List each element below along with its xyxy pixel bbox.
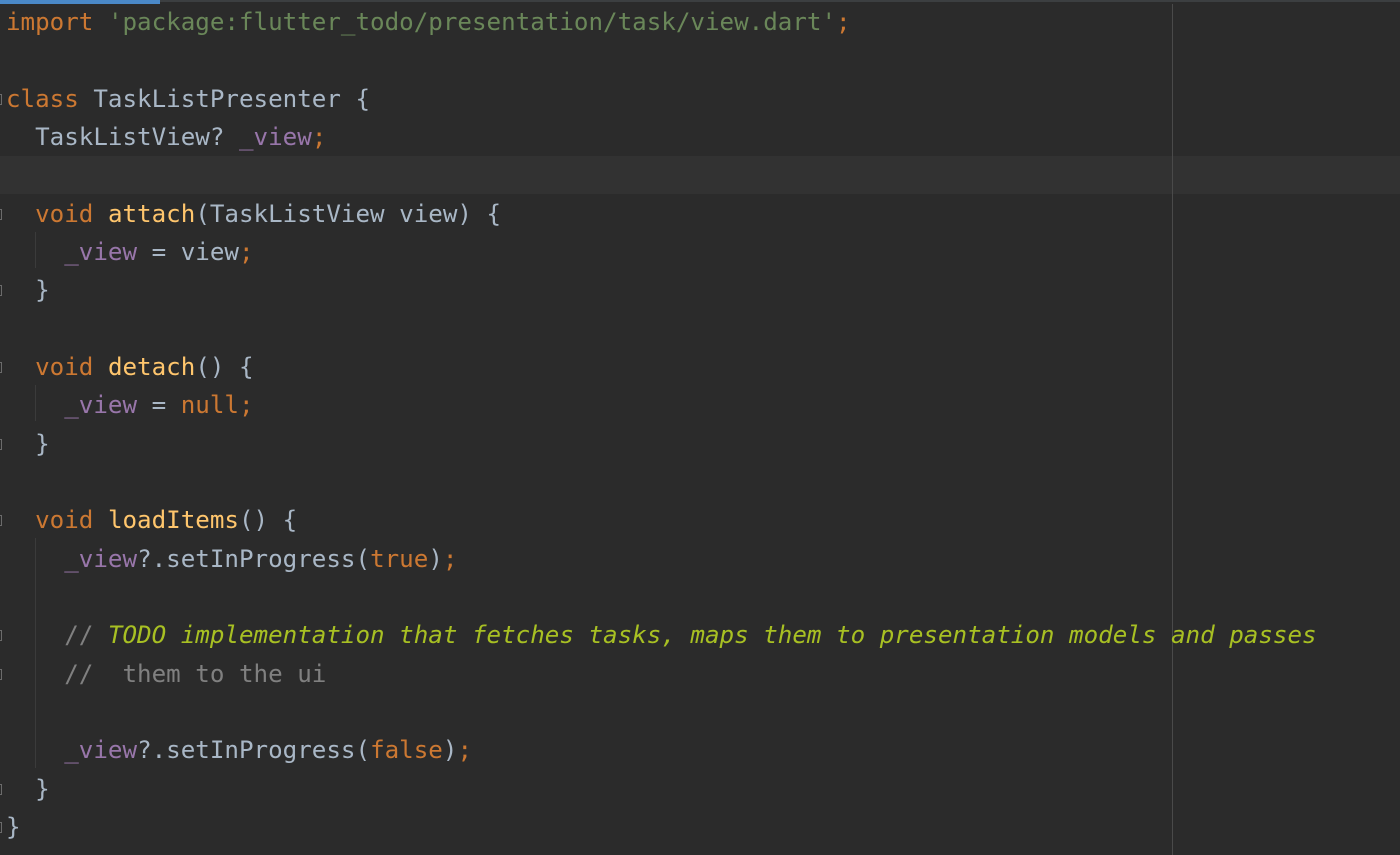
method-params: (TaskListView view) { bbox=[195, 199, 502, 228]
fold-icon[interactable] bbox=[0, 285, 2, 297]
close-brace: } bbox=[35, 276, 50, 305]
code-line-4[interactable]: TaskListView? _view; bbox=[0, 118, 1317, 156]
code-line-3[interactable]: class TaskListPresenter { bbox=[0, 80, 1317, 118]
fold-icon[interactable] bbox=[0, 668, 2, 680]
null-keyword: null bbox=[180, 391, 239, 420]
semicolon: ; bbox=[442, 544, 458, 573]
semicolon: ; bbox=[239, 391, 254, 420]
fold-icon[interactable] bbox=[0, 821, 2, 833]
void-keyword: void bbox=[35, 506, 94, 535]
code-line-15[interactable]: _view?.setInProgress(true); bbox=[0, 540, 1317, 578]
method-params: () { bbox=[239, 506, 298, 535]
code-line-16[interactable] bbox=[0, 578, 1317, 616]
close-brace: } bbox=[35, 774, 50, 803]
code-line-17[interactable]: // TODO implementation that fetches task… bbox=[0, 616, 1317, 654]
class-close-brace: } bbox=[6, 812, 21, 841]
method-params: () { bbox=[195, 352, 254, 381]
method-name: attach bbox=[107, 199, 196, 228]
assignment: = bbox=[137, 391, 181, 420]
class-keyword: class bbox=[6, 84, 79, 113]
semicolon: ; bbox=[457, 736, 472, 765]
code-lines: import 'package:flutter_todo/presentatio… bbox=[0, 3, 1317, 846]
code-line-5[interactable] bbox=[0, 156, 1317, 194]
code-line-21[interactable]: } bbox=[0, 770, 1317, 808]
fold-icon[interactable] bbox=[0, 361, 2, 373]
fold-icon[interactable] bbox=[0, 783, 2, 795]
semicolon: ; bbox=[836, 8, 851, 36]
class-name: TaskListPresenter bbox=[93, 84, 341, 113]
code-line-9[interactable] bbox=[0, 310, 1317, 348]
method-name: detach bbox=[107, 352, 196, 381]
code-line-13[interactable] bbox=[0, 463, 1317, 501]
code-line-12[interactable]: } bbox=[0, 425, 1317, 463]
comment-text: // them to the ui bbox=[64, 659, 327, 688]
close-brace: } bbox=[35, 429, 50, 458]
void-keyword: void bbox=[35, 352, 94, 381]
void-keyword: void bbox=[35, 199, 94, 228]
editor-top-border bbox=[160, 0, 1400, 2]
field-name: _view bbox=[64, 391, 138, 420]
code-line-14[interactable]: void loadItems() { bbox=[0, 501, 1317, 539]
assignment: = view bbox=[137, 237, 239, 266]
import-path-string: 'package:flutter_todo/presentation/task/… bbox=[107, 8, 837, 36]
code-line-1[interactable]: import 'package:flutter_todo/presentatio… bbox=[0, 3, 1317, 41]
code-line-6[interactable]: void attach(TaskListView view) { bbox=[0, 195, 1317, 233]
semicolon: ; bbox=[311, 122, 327, 151]
close-paren: ) bbox=[442, 736, 458, 765]
code-line-20[interactable]: _view?.setInProgress(false); bbox=[0, 731, 1317, 769]
code-line-22[interactable]: } bbox=[0, 808, 1317, 846]
code-line-10[interactable]: void detach() { bbox=[0, 348, 1317, 386]
method-call: ?.setInProgress( bbox=[137, 736, 371, 765]
todo-comment: TODO implementation that fetches tasks, … bbox=[107, 621, 1317, 650]
field-name: _view bbox=[64, 237, 138, 266]
field-name: _view bbox=[239, 122, 312, 151]
fold-icon[interactable] bbox=[0, 630, 2, 642]
code-line-11[interactable]: _view = null; bbox=[0, 386, 1317, 424]
semicolon: ; bbox=[239, 237, 254, 266]
fold-icon[interactable] bbox=[0, 208, 2, 220]
code-line-7[interactable]: _view = view; bbox=[0, 233, 1317, 271]
fold-icon[interactable] bbox=[0, 515, 2, 527]
comment-prefix: // bbox=[64, 621, 108, 650]
field-name: _view bbox=[64, 736, 138, 765]
method-name: loadItems bbox=[107, 506, 239, 535]
field-name: _view bbox=[64, 544, 138, 573]
code-line-2[interactable] bbox=[0, 41, 1317, 79]
open-brace: { bbox=[355, 84, 371, 113]
code-line-8[interactable]: } bbox=[0, 271, 1317, 309]
bool-literal: false bbox=[370, 736, 443, 765]
fold-icon[interactable] bbox=[0, 438, 2, 450]
code-line-19[interactable] bbox=[0, 693, 1317, 731]
close-paren: ) bbox=[428, 544, 443, 573]
method-call: ?.setInProgress( bbox=[137, 544, 371, 573]
code-line-18[interactable]: // them to the ui bbox=[0, 655, 1317, 693]
import-keyword: import bbox=[6, 8, 94, 36]
code-editor[interactable]: import 'package:flutter_todo/presentatio… bbox=[0, 0, 1400, 855]
field-type: TaskListView? bbox=[35, 122, 225, 151]
bool-literal: true bbox=[370, 544, 429, 573]
fold-icon[interactable] bbox=[0, 93, 2, 105]
